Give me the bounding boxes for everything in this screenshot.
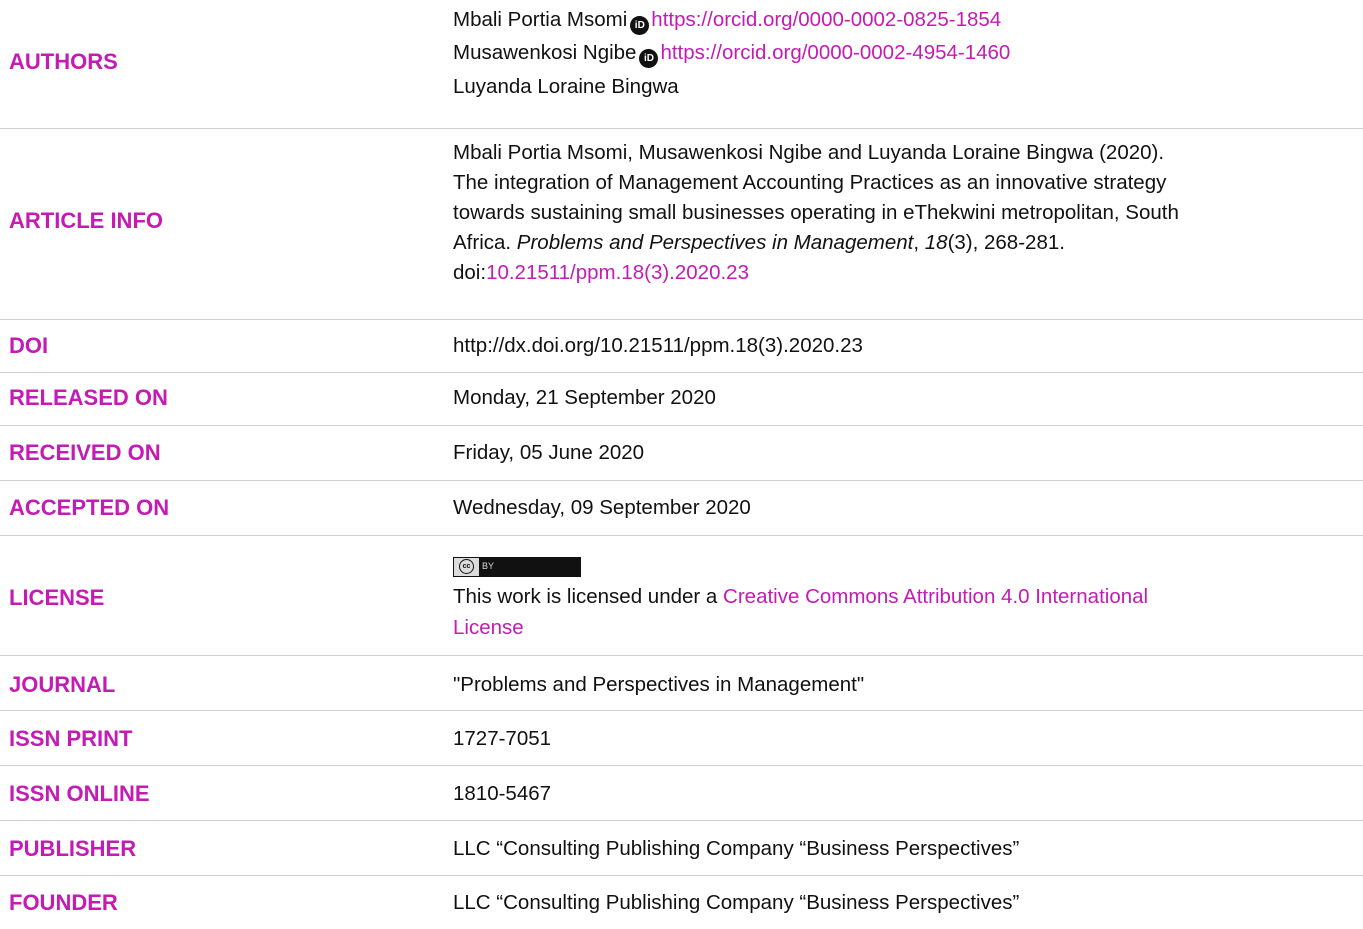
issn-online-label: ISSN ONLINE bbox=[9, 781, 150, 806]
journal-row: JOURNAL "Problems and Perspectives in Ma… bbox=[0, 656, 1363, 711]
license-link[interactable]: License bbox=[453, 616, 524, 639]
publisher-label: PUBLISHER bbox=[9, 836, 137, 861]
author-name: Musawenkosi Ngibe bbox=[453, 41, 637, 64]
released-on-row: RELEASED ON Monday, 21 September 2020 bbox=[0, 373, 1363, 426]
issn-online-row: ISSN ONLINE 1810-5467 bbox=[0, 766, 1363, 821]
author-name: Luyanda Loraine Bingwa bbox=[453, 75, 679, 98]
citation-journal: Problems and Perspectives in Management bbox=[516, 231, 914, 254]
license-line: This work is licensed under a Creative C… bbox=[453, 581, 1333, 612]
doi-label: DOI bbox=[9, 333, 49, 358]
citation-doi-prefix: doi: bbox=[453, 261, 487, 284]
founder-row: FOUNDER LLC “Consulting Publishing Compa… bbox=[0, 876, 1363, 929]
citation-issue-pages: (3), 268-281. bbox=[947, 231, 1065, 254]
accepted-on-label: ACCEPTED ON bbox=[9, 495, 170, 520]
citation-text: , bbox=[913, 231, 925, 254]
orcid-icon: iD bbox=[639, 49, 659, 68]
citation-line: The integration of Management Accounting… bbox=[453, 171, 1167, 194]
license-text: This work is licensed under a bbox=[453, 585, 724, 608]
article-info-label: ARTICLE INFO bbox=[9, 208, 163, 233]
citation-volume: 18 bbox=[924, 231, 948, 254]
authors-label: AUTHORS bbox=[9, 49, 118, 74]
license-value: cc BY This work is licensed under a Crea… bbox=[453, 546, 1333, 643]
citation-text: Africa. bbox=[453, 231, 517, 254]
issn-print-value: 1727-7051 bbox=[453, 727, 552, 750]
author-3: Luyanda Loraine Bingwa bbox=[453, 71, 1333, 102]
citation-line: towards sustaining small businesses oper… bbox=[453, 201, 1179, 224]
received-on-row: RECEIVED ON Friday, 05 June 2020 bbox=[0, 426, 1363, 481]
orcid-icon: iD bbox=[630, 16, 650, 35]
author-2: Musawenkosi Ngibe iD https://orcid.org/000… bbox=[453, 37, 1333, 68]
citation-line: Africa. Problems and Perspectives in Man… bbox=[453, 228, 1333, 258]
citation-doi-link[interactable]: 10.21511/ppm.18(3).2020.23 bbox=[486, 261, 749, 284]
citation-line: Mbali Portia Msomi, Musawenkosi Ngibe an… bbox=[453, 141, 1165, 164]
founder-label: FOUNDER bbox=[9, 890, 118, 915]
author-name: Mbali Portia Msomi bbox=[453, 8, 628, 31]
released-on-label: RELEASED ON bbox=[9, 385, 168, 410]
citation-line: doi:10.21511/ppm.18(3).2020.23 bbox=[453, 258, 1333, 288]
doi-row: DOI http://dx.doi.org/10.21511/ppm.18(3)… bbox=[0, 320, 1363, 373]
license-link[interactable]: Creative Commons Attribution 4.0 Interna… bbox=[723, 585, 1148, 608]
issn-print-row: ISSN PRINT 1727-7051 bbox=[0, 711, 1363, 766]
article-info-row: ARTICLE INFO Mbali Portia Msomi, Musawen… bbox=[0, 129, 1363, 320]
author-1: Mbali Portia Msomi iD https://orcid.org/00… bbox=[453, 4, 1333, 35]
received-on-label: RECEIVED ON bbox=[9, 440, 161, 465]
received-on-value: Friday, 05 June 2020 bbox=[453, 441, 645, 464]
authors-row: AUTHORS Mbali Portia Msomi iD https://orci… bbox=[0, 0, 1363, 129]
license-line: License bbox=[453, 612, 1333, 643]
founder-value: LLC “Consulting Publishing Company “Busi… bbox=[453, 891, 1020, 914]
issn-print-label: ISSN PRINT bbox=[9, 726, 133, 751]
orcid-link[interactable]: https://orcid.org/0000-0002-0825-1854 bbox=[651, 8, 1001, 31]
license-label: LICENSE bbox=[9, 585, 105, 610]
issn-online-value: 1810-5467 bbox=[453, 782, 552, 805]
article-info-citation: Mbali Portia Msomi, Musawenkosi Ngibe an… bbox=[453, 138, 1333, 288]
cc-by-badge[interactable]: cc BY bbox=[453, 556, 581, 577]
accepted-on-row: ACCEPTED ON Wednesday, 09 September 2020 bbox=[0, 481, 1363, 536]
orcid-link[interactable]: https://orcid.org/0000-0002-4954-1460 bbox=[660, 41, 1010, 64]
cc-circle-icon: cc bbox=[459, 559, 474, 574]
publisher-row: PUBLISHER LLC “Consulting Publishing Com… bbox=[0, 821, 1363, 876]
cc-by-text: BY bbox=[482, 561, 495, 571]
doi-value: http://dx.doi.org/10.21511/ppm.18(3).202… bbox=[453, 334, 863, 357]
journal-value: "Problems and Perspectives in Management… bbox=[453, 673, 865, 696]
license-row: LICENSE cc BY This work is licensed unde… bbox=[0, 536, 1363, 656]
accepted-on-value: Wednesday, 09 September 2020 bbox=[453, 496, 751, 519]
publisher-value: LLC “Consulting Publishing Company “Busi… bbox=[453, 837, 1020, 860]
released-on-value: Monday, 21 September 2020 bbox=[453, 386, 716, 409]
cc-logo-icon: cc bbox=[454, 557, 479, 576]
journal-label: JOURNAL bbox=[9, 672, 116, 697]
authors-value: Mbali Portia Msomi iD https://orcid.org/00… bbox=[453, 4, 1333, 102]
